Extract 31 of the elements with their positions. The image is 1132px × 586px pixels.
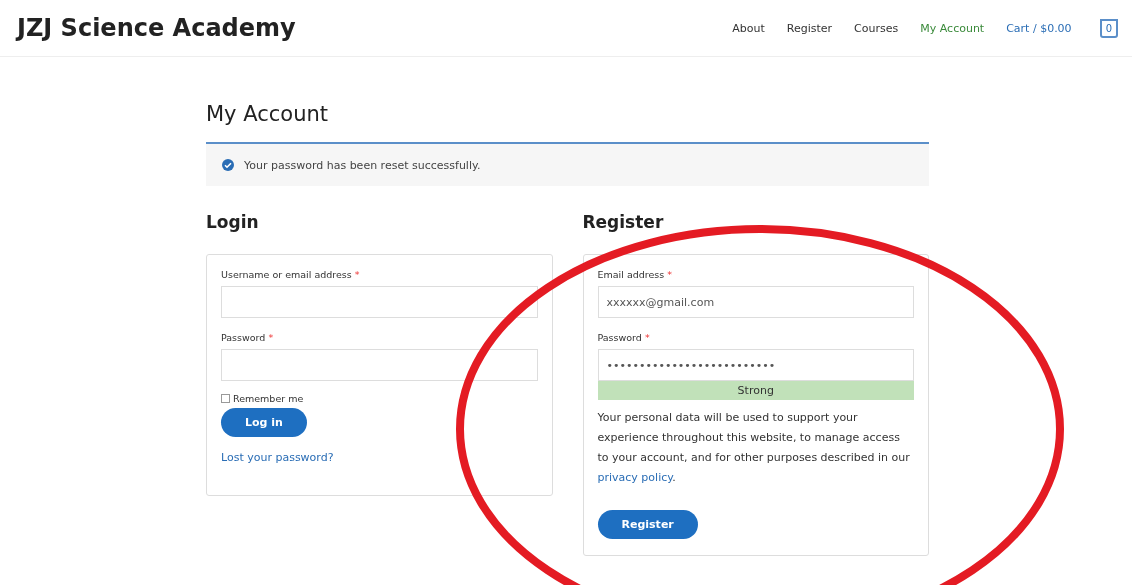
nav-link[interactable]: Register [786,21,833,35]
password-strength-meter: Strong [597,381,914,400]
field-label: Username or email address * [221,269,361,280]
required-mark: * [354,269,360,280]
section-heading: Login [206,212,260,232]
field-label: Password * [597,332,651,343]
required-mark: * [268,332,274,343]
privacy-notice: Your personal data will be used to support your experience throughout this website, to manage access to your account, and for other purposes described in our privacy policy. [597,410,911,486]
input-field[interactable] [221,286,538,318]
section-heading: Register [582,212,665,232]
nav-link[interactable]: Courses [854,21,899,35]
required-mark: * [644,332,650,343]
required-mark: * [667,269,672,280]
input-field[interactable]: •••••••••••••••••••••••••• [597,349,914,381]
page-title: My Account [206,102,329,126]
field-label: Email address * [597,269,673,280]
input-field[interactable] [221,349,538,381]
nav-link[interactable]: My Account [920,21,985,35]
nav-link[interactable]: About [732,21,765,35]
notice-text: Your password has been reset successfully. [244,158,481,172]
register-button[interactable]: Register [597,510,698,539]
check-circle-icon [222,159,234,171]
field-label: Password * [221,332,275,343]
login-button[interactable]: Log in [221,408,307,437]
checkbox-icon[interactable] [221,394,230,403]
cart-count[interactable]: 0 [1099,18,1118,38]
cart-link[interactable]: Cart / $0.00 [1006,21,1072,35]
lost-password-link[interactable]: Lost your password? [221,451,538,464]
site-title[interactable]: JZJ Science Academy [17,14,733,42]
remember-me-checkbox[interactable]: Remember me [221,393,538,404]
input-field[interactable]: xxxxxx@gmail.com [597,286,914,318]
